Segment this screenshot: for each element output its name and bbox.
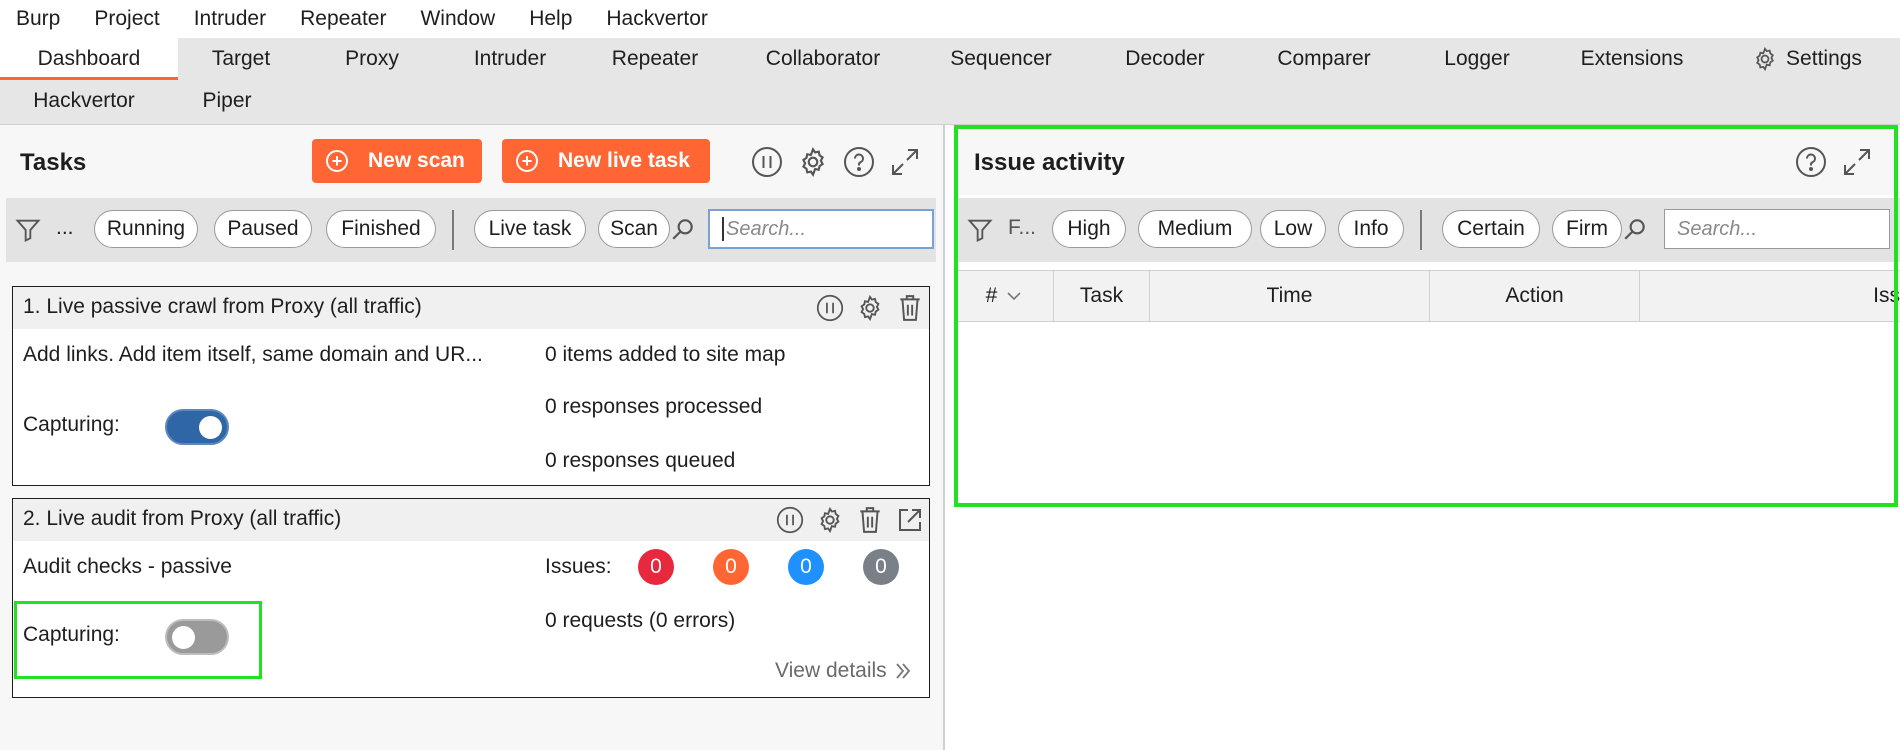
filter-scan-chip[interactable]: Scan — [598, 210, 670, 248]
task-2-title: 2. Live audit from Proxy (all traffic) — [23, 507, 342, 530]
menu-repeater[interactable]: Repeater — [283, 7, 403, 31]
tab-collaborator[interactable]: Collaborator — [730, 38, 916, 80]
menu-help[interactable]: Help — [512, 7, 589, 31]
task-2-description: Audit checks - passive — [23, 555, 232, 578]
filter-icon[interactable] — [14, 216, 42, 244]
expand-icon[interactable] — [888, 145, 922, 179]
menu-hackvertor[interactable]: Hackvertor — [589, 7, 725, 31]
task-1-stat-queued: 0 responses queued — [545, 449, 736, 472]
tasks-search-input[interactable]: Search... — [708, 209, 934, 249]
gear-icon — [1756, 46, 1774, 72]
tab-extensions[interactable]: Extensions — [1550, 38, 1714, 80]
plus-circle-icon: + — [516, 150, 538, 172]
double-chevron-right-icon — [896, 663, 910, 679]
task-card-header: 2. Live audit from Proxy (all traffic) — [13, 499, 929, 541]
help-icon[interactable] — [842, 145, 876, 179]
gear-icon[interactable] — [813, 503, 847, 537]
issue-activity-highlight — [954, 125, 1898, 507]
task-card-1[interactable]: 1. Live passive crawl from Proxy (all tr… — [12, 286, 930, 486]
tab-hackvertor[interactable]: Hackvertor — [0, 80, 168, 122]
issue-count-low-badge: 0 — [788, 549, 824, 585]
tab-dashboard[interactable]: Dashboard — [0, 38, 178, 80]
tab-proxy[interactable]: Proxy — [304, 38, 440, 80]
menu-window[interactable]: Window — [403, 7, 512, 31]
task-1-title: 1. Live passive crawl from Proxy (all tr… — [23, 295, 422, 318]
tab-comparer[interactable]: Comparer — [1244, 38, 1404, 80]
pause-icon[interactable] — [773, 503, 807, 537]
menu-bar: Burp Project Intruder Repeater Window He… — [0, 0, 1900, 38]
tab-logger[interactable]: Logger — [1404, 38, 1550, 80]
tab-piper[interactable]: Piper — [168, 80, 286, 122]
pause-icon[interactable] — [750, 145, 784, 179]
plus-circle-icon: + — [326, 150, 348, 172]
text-caret — [722, 217, 724, 241]
filter-live-task-chip[interactable]: Live task — [474, 210, 586, 248]
issue-count-high-badge: 0 — [638, 549, 674, 585]
tasks-title: Tasks — [20, 149, 87, 176]
task-1-description: Add links. Add item itself, same domain … — [23, 343, 483, 366]
task-1-capturing-toggle[interactable] — [165, 409, 229, 445]
tab-settings[interactable]: Settings — [1714, 38, 1900, 80]
task-2-requests: 0 requests (0 errors) — [545, 609, 736, 632]
toggle-knob — [199, 416, 222, 439]
open-external-icon[interactable] — [893, 503, 927, 537]
pause-icon[interactable] — [813, 291, 847, 325]
filter-divider — [452, 210, 454, 250]
new-scan-button[interactable]: + New scan — [312, 139, 482, 183]
task-card-header: 1. Live passive crawl from Proxy (all tr… — [13, 287, 929, 329]
capturing-toggle-highlight — [14, 601, 262, 679]
tab-target[interactable]: Target — [178, 38, 304, 80]
trash-icon[interactable] — [853, 503, 887, 537]
menu-intruder[interactable]: Intruder — [177, 7, 283, 31]
view-details-label: View details — [775, 659, 887, 682]
view-details-link[interactable]: View details — [775, 659, 913, 683]
issue-activity-panel: Issue activity F... High Medium Low Info… — [954, 125, 1900, 750]
gear-icon[interactable] — [796, 145, 830, 179]
issue-count-medium-badge: 0 — [713, 549, 749, 585]
task-1-stat-processed: 0 responses processed — [545, 395, 763, 418]
tab-settings-label: Settings — [1786, 47, 1862, 70]
filter-running-chip[interactable]: Running — [94, 210, 198, 248]
filter-ellipsis[interactable]: ... — [56, 216, 74, 240]
tool-tabs: Dashboard Target Proxy Intruder Repeater… — [0, 38, 1900, 125]
new-live-task-label: New live task — [558, 149, 690, 172]
tasks-panel: Tasks + New scan + New live task ... Run… — [0, 125, 945, 750]
tab-sequencer[interactable]: Sequencer — [916, 38, 1086, 80]
tasks-filter-bar: ... Running Paused Finished Live task Sc… — [6, 198, 936, 262]
task-1-stat-site-map: 0 items added to site map — [545, 343, 786, 366]
search-icon — [672, 219, 693, 240]
menu-project[interactable]: Project — [77, 7, 176, 31]
tasks-search-placeholder: Search... — [726, 217, 807, 240]
gear-icon[interactable] — [853, 291, 887, 325]
trash-icon[interactable] — [893, 291, 927, 325]
filter-paused-chip[interactable]: Paused — [214, 210, 312, 248]
tab-intruder[interactable]: Intruder — [440, 38, 580, 80]
new-scan-label: New scan — [368, 149, 465, 172]
tab-repeater[interactable]: Repeater — [580, 38, 730, 80]
task-2-issues-label: Issues: — [545, 555, 612, 578]
issue-count-info-badge: 0 — [863, 549, 899, 585]
filter-finished-chip[interactable]: Finished — [326, 210, 436, 248]
tab-decoder[interactable]: Decoder — [1086, 38, 1244, 80]
task-1-capturing-label: Capturing: — [23, 413, 120, 436]
menu-burp[interactable]: Burp — [0, 7, 77, 31]
new-live-task-button[interactable]: + New live task — [502, 139, 710, 183]
